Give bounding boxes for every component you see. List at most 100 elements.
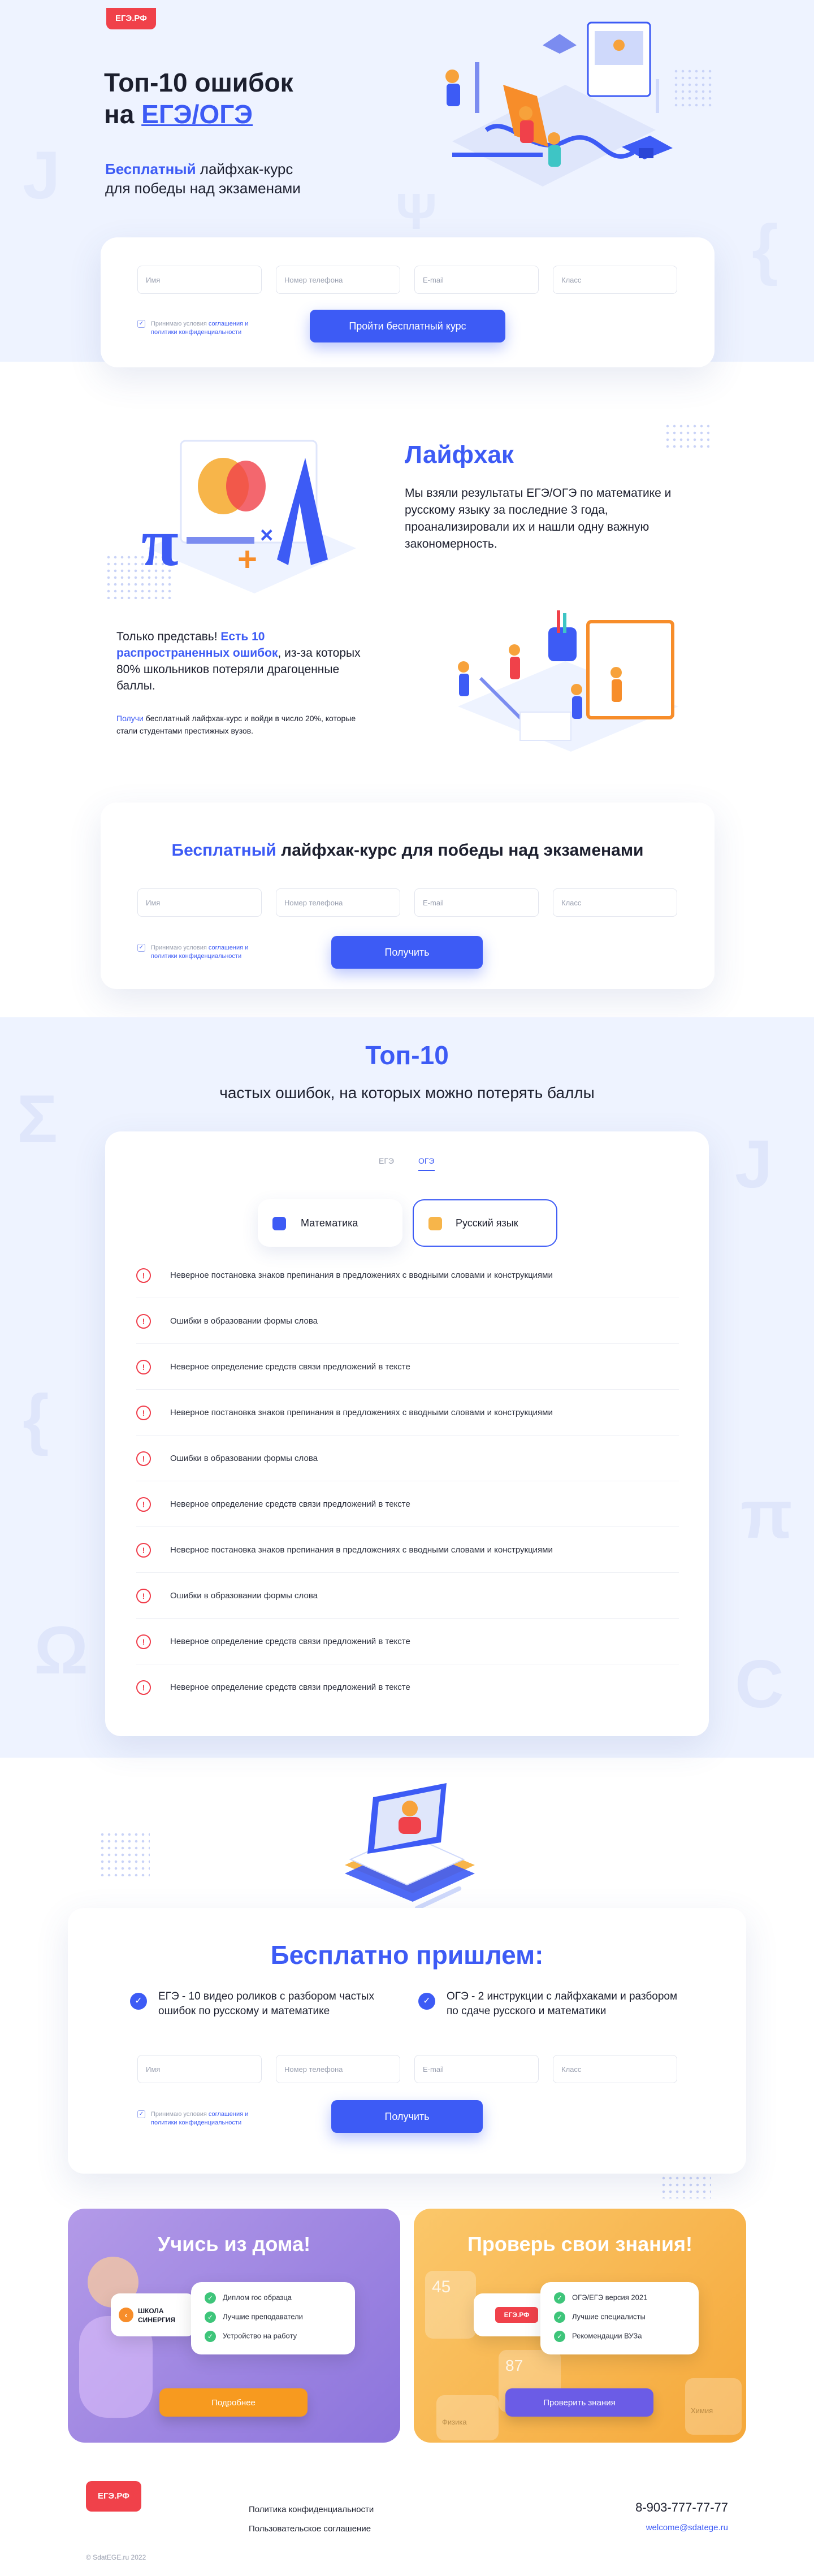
email-field[interactable] <box>414 888 539 917</box>
checkbox-icon[interactable]: ✓ <box>137 320 145 328</box>
check-icon: ✓ <box>554 2312 565 2323</box>
phone-field[interactable] <box>276 2055 400 2083</box>
agree-prefix: Принимаю условия <box>151 320 209 327</box>
school-details-button[interactable]: Подробнее <box>159 2388 308 2417</box>
free-form-card: Бесплатно пришлем: ✓ ЕГЭ - 10 видео роли… <box>68 1908 746 2174</box>
name-field[interactable] <box>137 266 262 294</box>
email-field[interactable] <box>414 2055 539 2083</box>
course-note-rest: бесплатный лайфхак-курс и войди в число … <box>116 714 356 735</box>
tab-ege-label: ЕГЭ <box>379 1156 394 1165</box>
student-illustration <box>79 2257 153 2418</box>
agreement-checkbox[interactable]: ✓ Принимаю условия соглашения и политики… <box>137 944 273 961</box>
check-icon: ✓ <box>554 2292 565 2304</box>
benefit-text: Рекомендации ВУЗа <box>572 2331 642 2340</box>
bg-tile-number: 87 <box>505 2357 523 2374</box>
hero-title: Топ-10 ошибок на ЕГЭ/ОГЭ <box>104 67 293 130</box>
course-note: Получи бесплатный лайфхак-курс и войди в… <box>116 712 365 737</box>
school-line2: СИНЕРГИЯ <box>138 2316 176 2324</box>
imagine-text: Только представь! Есть 10 распространенн… <box>116 628 365 694</box>
subject-math[interactable]: Математика <box>258 1199 402 1247</box>
benefit-item: ✓ ОГЭ/ЕГЭ версия 2021 <box>554 2292 647 2304</box>
class-field[interactable] <box>553 266 677 294</box>
name-field[interactable] <box>137 888 262 917</box>
benefit-item: ✓ Лучшие преподаватели <box>205 2312 303 2323</box>
email-field[interactable] <box>414 266 539 294</box>
tab-oge[interactable]: ОГЭ <box>418 1156 435 1171</box>
error-item: ! Неверное определение средств связи пред… <box>136 1344 679 1390</box>
class-field[interactable] <box>553 2055 677 2083</box>
phone-field[interactable] <box>276 266 400 294</box>
test-logo: ЕГЭ.РФ <box>495 2307 538 2323</box>
agreement-checkbox[interactable]: ✓ Принимаю условия соглашения и политики… <box>137 2110 273 2127</box>
agreement-checkbox[interactable]: ✓ Принимаю условия соглашения и политики… <box>137 320 273 337</box>
alert-icon: ! <box>136 1451 151 1466</box>
logo[interactable]: ЕГЭ.РФ <box>106 8 156 29</box>
error-item: ! Неверное постановка знаков препинания в… <box>136 1390 679 1436</box>
subject-math-label: Математика <box>301 1217 358 1229</box>
privacy-link[interactable]: Политика конфиденциальности <box>249 2505 374 2514</box>
benefit-item: ✓ Рекомендации ВУЗа <box>554 2331 642 2342</box>
course-note-highlight: Получи <box>116 714 144 723</box>
alert-icon: ! <box>136 1406 151 1420</box>
benefit-text: Лучшие специалисты <box>572 2312 646 2321</box>
error-text: Неверное определение средств связи предл… <box>170 1362 410 1372</box>
bg-tile-word: Химия <box>691 2406 713 2415</box>
lifehack-section: π + × Лайфхак Мы взяли результаты ЕГЭ/ОГ… <box>0 384 814 769</box>
decor-dots <box>664 423 709 451</box>
agree-prefix: Принимаю условия <box>151 2111 209 2118</box>
hero-title-line1: Топ-10 ошибок <box>104 68 293 97</box>
checkbox-icon[interactable]: ✓ <box>137 944 145 952</box>
lifehack-form-card: Бесплатный лайфхак-курс для победы над э… <box>101 803 715 989</box>
students-illustration <box>458 610 678 752</box>
top10-subtitle: частых ошибок, на которых можно потерять… <box>219 1084 595 1101</box>
hero-title-highlight: ЕГЭ/ОГЭ <box>141 99 253 129</box>
decor-dots <box>99 1831 150 1876</box>
hero-subtitle: Бесплатный лайфхак-курс для победы над э… <box>105 159 301 198</box>
name-field[interactable] <box>137 2055 262 2083</box>
subject-russian[interactable]: Русский язык <box>413 1199 557 1247</box>
bg-tile: Химия <box>685 2378 742 2435</box>
decor-letter: { <box>752 211 778 287</box>
bg-tile-number: 45 <box>432 2278 451 2296</box>
error-item: ! Неверное постановка знаков препинания в… <box>136 1252 679 1298</box>
svg-text:×: × <box>260 523 273 548</box>
email-link[interactable]: welcome@sdatege.ru <box>646 2523 728 2532</box>
bg-tile-word: Физика <box>442 2418 467 2426</box>
agreement-footer-link[interactable]: Пользовательское соглашение <box>249 2524 371 2534</box>
class-field[interactable] <box>553 888 677 917</box>
phone-field[interactable] <box>276 888 400 917</box>
decor-dots <box>673 68 712 107</box>
footer-logo[interactable]: ЕГЭ.РФ <box>86 2481 141 2512</box>
error-text: Ошибки в образовании формы слова <box>170 1454 318 1463</box>
error-text: Неверное определение средств связи предл… <box>170 1499 410 1509</box>
benefit-text: Диплом гос образца <box>223 2293 292 2302</box>
free-item-ege: ЕГЭ - 10 видео роликов с разбором частых… <box>158 1990 374 2017</box>
start-course-button[interactable]: Пройти бесплатный курс <box>310 310 505 342</box>
lifehack-text: Мы взяли результаты ЕГЭ/ОГЭ по математик… <box>405 487 672 550</box>
alert-icon: ! <box>136 1497 151 1512</box>
errors-card: ЕГЭ ОГЭ Математика Русский язык ! Неверно… <box>105 1131 709 1736</box>
imagine-prefix: Только представь! <box>116 630 221 643</box>
check-knowledge-button[interactable]: Проверить знания <box>505 2388 653 2417</box>
lifehack-illustration: π + × <box>141 440 356 593</box>
get-course-button[interactable]: Получить <box>331 936 483 969</box>
tab-ege[interactable]: ЕГЭ <box>379 1156 394 1165</box>
promo-card-school: Учись из дома! ‹ ШКОЛА СИНЕРГИЯ ✓ Диплом … <box>68 2209 400 2443</box>
hero-form-card: ✓ Принимаю условия соглашения и политики… <box>101 237 715 367</box>
alert-icon: ! <box>136 1543 151 1558</box>
error-text: Неверное постановка знаков препинания в … <box>170 1270 553 1280</box>
benefit-item: ✓ Лучшие специалисты <box>554 2312 646 2323</box>
alert-icon: ! <box>136 1589 151 1603</box>
school-logo-badge: ‹ ШКОЛА СИНЕРГИЯ <box>111 2293 196 2336</box>
hero-subtitle-highlight: Бесплатный <box>105 161 196 177</box>
laptop-illustration <box>345 1783 475 1911</box>
decor-letter: { <box>23 1381 49 1456</box>
alert-icon: ! <box>136 1360 151 1374</box>
check-icon: ✓ <box>205 2312 216 2323</box>
error-text: Неверное определение средств связи предл… <box>170 1682 410 1692</box>
checkbox-icon[interactable]: ✓ <box>137 2110 145 2118</box>
test-benefits: ✓ ОГЭ/ЕГЭ версия 2021 ✓ Лучшие специалисты… <box>540 2282 699 2354</box>
get-materials-button[interactable]: Получить <box>331 2100 483 2133</box>
phone-link[interactable]: 8-903-777-77-77 <box>635 2500 728 2515</box>
bg-tile: Физика <box>436 2395 499 2440</box>
